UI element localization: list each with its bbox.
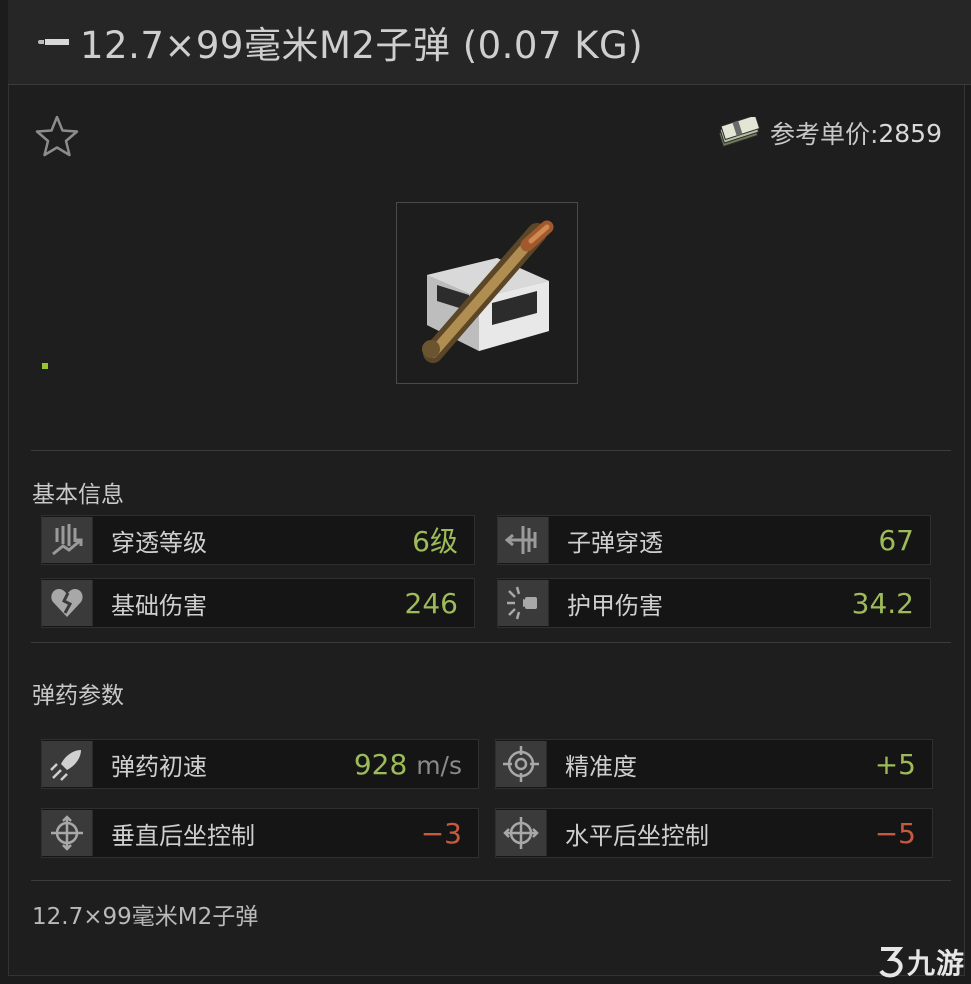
stat-value: +5 (874, 747, 916, 781)
item-description-name: 12.7×99毫米M2子弹 (32, 904, 259, 930)
stat-label: 弹药初速 (111, 752, 207, 781)
money-icon (718, 117, 761, 148)
vertical-recoil-icon (42, 810, 93, 856)
divider (31, 880, 951, 881)
title-bar: 12.7×99毫米M2子弹 (0.07 KG) (8, 0, 971, 85)
stat-value: −3 (420, 816, 462, 850)
divider (31, 642, 951, 643)
stat-base-damage: 基础伤害 246 (41, 578, 475, 628)
stat-label: 子弹穿透 (567, 528, 663, 557)
stat-vertical-recoil: 垂直后坐控制 −3 (41, 808, 479, 858)
crosshair-icon (496, 741, 547, 787)
watermark: 九游 (873, 942, 965, 982)
basic-info-title: 基本信息 (32, 482, 124, 508)
divider (31, 450, 951, 451)
stat-label: 水平后坐控制 (565, 821, 709, 850)
velocity-icon (42, 741, 93, 787)
broken-heart-icon (42, 580, 93, 626)
stat-value: 6级 (412, 525, 458, 558)
stat-label: 垂直后坐控制 (111, 821, 255, 850)
status-indicator-dot (42, 363, 48, 369)
stat-value-group: 928 m/s (354, 748, 462, 781)
bullet-icon (38, 38, 72, 46)
penetration-level-icon (42, 517, 93, 563)
stat-penetration-level: 穿透等级 6级 (41, 515, 475, 565)
bullet-penetration-icon (498, 517, 549, 563)
stat-muzzle-velocity: 弹药初速 928 m/s (41, 739, 479, 789)
favorite-star-icon[interactable] (33, 113, 81, 161)
stat-value: 67 (878, 523, 914, 557)
watermark-text: 九游 (906, 947, 965, 980)
item-title: 12.7×99毫米M2子弹 (0.07 KG) (80, 24, 644, 67)
price-label: 参考单价: (769, 120, 879, 149)
stat-label: 基础伤害 (111, 591, 207, 620)
price-value: 2859 (878, 118, 942, 148)
stat-value: 928 (353, 747, 408, 781)
stat-value: −5 (874, 816, 916, 850)
stat-bullet-penetration: 子弹穿透 67 (497, 515, 931, 565)
stat-armor-damage: 护甲伤害 34.2 (497, 578, 931, 628)
item-inspect-panel: 参考单价: 2859 基本信息 穿透等级 6级 子弹穿透 67 基础伤害 246… (8, 85, 965, 976)
stat-label: 精准度 (565, 752, 637, 781)
nine-games-logo-icon (879, 947, 904, 978)
stat-value: 246 (404, 586, 458, 620)
ammo-box-image (422, 220, 554, 363)
stat-label: 穿透等级 (111, 528, 207, 557)
ammo-params-title: 弹药参数 (32, 683, 124, 709)
armor-damage-icon (498, 580, 549, 626)
horizontal-recoil-icon (496, 810, 547, 856)
stat-unit: m/s (416, 750, 462, 780)
stat-accuracy: 精准度 +5 (495, 739, 933, 789)
reference-price: 参考单价: 2859 (716, 115, 942, 151)
stat-label: 护甲伤害 (567, 591, 663, 620)
item-image-frame (396, 202, 578, 384)
stat-value: 34.2 (851, 586, 914, 620)
stat-horizontal-recoil: 水平后坐控制 −5 (495, 808, 933, 858)
